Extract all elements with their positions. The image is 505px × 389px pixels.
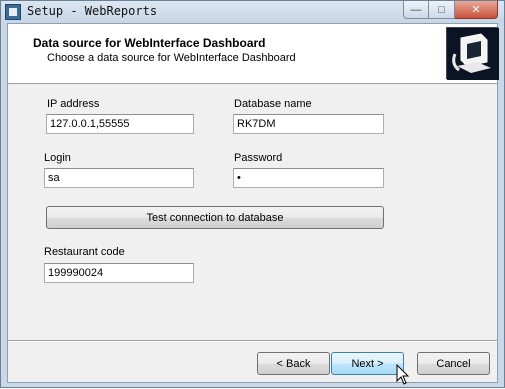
next-button[interactable]: Next > (331, 352, 404, 375)
wizard-header: Data source for WebInterface Dashboard C… (8, 24, 499, 84)
database-name-field[interactable]: RK7DM (233, 114, 384, 134)
login-field[interactable]: sa (44, 168, 194, 188)
setup-window: Setup - WebReports — □ ✕ Data source for… (0, 0, 505, 388)
title-bar[interactable]: Setup - WebReports — □ ✕ (1, 1, 504, 23)
mouse-pointer-icon (396, 363, 410, 389)
minimize-button[interactable]: — (403, 1, 429, 19)
close-button[interactable]: ✕ (455, 1, 498, 19)
back-button[interactable]: < Back (257, 352, 330, 375)
maximize-button[interactable]: □ (429, 1, 455, 19)
caption-buttons: — □ ✕ (403, 1, 498, 19)
window-title: Setup - WebReports (27, 4, 158, 18)
database-name-label: Database name (234, 98, 312, 110)
maximize-icon: □ (438, 3, 445, 16)
setup-icon (5, 4, 21, 20)
cancel-button[interactable]: Cancel (417, 352, 490, 375)
restaurant-code-field[interactable]: 199990024 (44, 263, 194, 283)
button-divider (8, 340, 497, 342)
ip-address-label: IP address (47, 98, 100, 110)
wizard-client-area: Data source for WebInterface Dashboard C… (7, 23, 499, 385)
test-connection-button[interactable]: Test connection to database (46, 206, 384, 229)
computer-box-icon (446, 27, 499, 80)
page-subtitle: Choose a data source for WebInterface Da… (47, 52, 296, 64)
ip-address-field[interactable]: 127.0.0.1,55555 (46, 114, 194, 134)
password-field[interactable]: • (233, 168, 384, 188)
login-label: Login (44, 152, 71, 164)
page-title: Data source for WebInterface Dashboard (33, 36, 266, 50)
close-icon: ✕ (471, 4, 481, 16)
password-label: Password (234, 152, 283, 164)
minimize-icon: — (410, 3, 422, 16)
restaurant-code-label: Restaurant code (44, 246, 125, 258)
